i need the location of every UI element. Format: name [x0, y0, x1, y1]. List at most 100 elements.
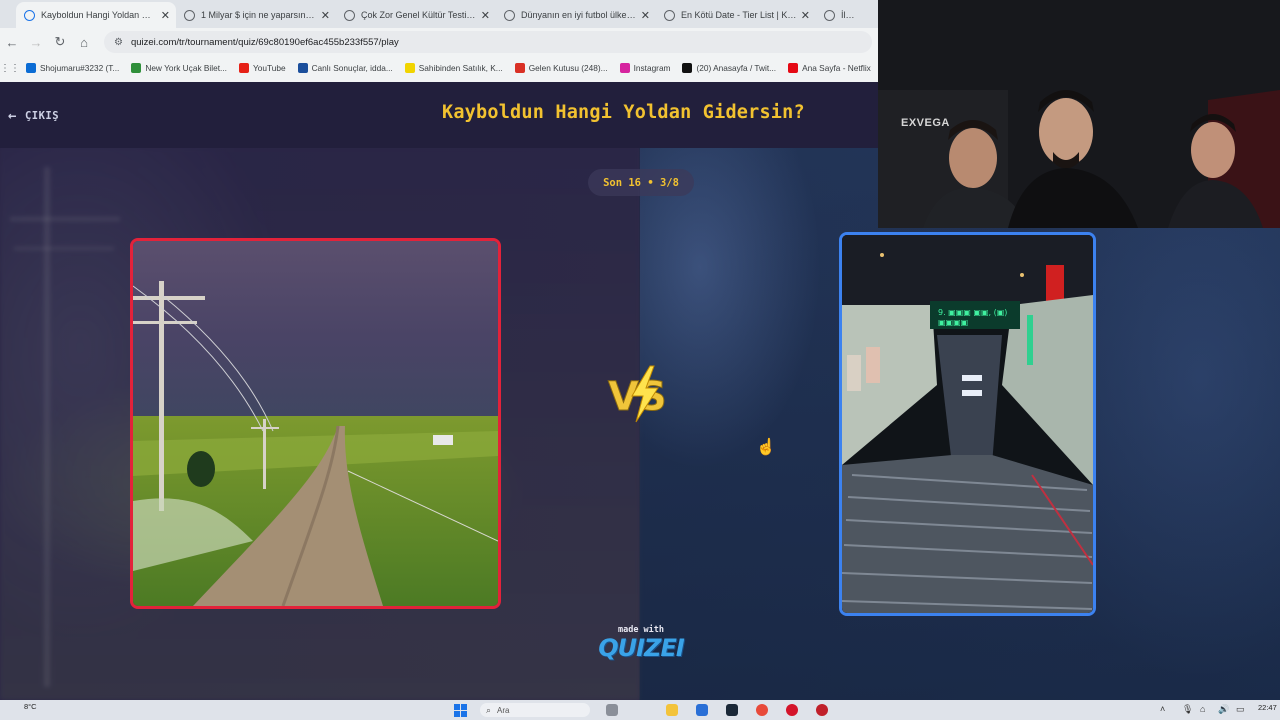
close-tab-icon[interactable]: ✕: [641, 9, 650, 22]
bookmark-label: Sahibinden Satılık, K...: [418, 63, 503, 73]
bookmark-label: Gelen Kutusu (248)...: [528, 63, 608, 73]
forward-arrow-icon[interactable]: →: [24, 35, 48, 50]
bookmark-favicon-icon: [26, 63, 36, 73]
microphone-icon[interactable]: 🎙: [1182, 704, 1193, 715]
svg-text:9. ▣▣▣ ▣▣, (▣): 9. ▣▣▣ ▣▣, (▣): [938, 308, 1007, 317]
youtube-icon: [238, 63, 249, 73]
tab-title: Dünyanın en iyi futbol ülkesi - T: [521, 10, 637, 20]
bookmark-label: YouTube: [252, 63, 286, 73]
tab-4[interactable]: En Kötü Date - Tier List | Kör Sev ✕: [656, 2, 816, 28]
bookmark-item[interactable]: Instagram: [619, 63, 671, 73]
weather-widget[interactable]: 8°C: [24, 702, 37, 711]
url-text: quizei.com/tr/tournament/quiz/69c80190ef…: [130, 36, 399, 48]
tab-title: Kayboldun Hangi Yoldan Gidersin?: [41, 10, 157, 20]
bookmark-label: New York Uçak Bilet...: [145, 63, 227, 73]
tab-title: İlk Buluş: [841, 10, 858, 20]
bookmarks-bar: ⋮⋮ Shojumaru#3232 (T... New York Uçak Bi…: [0, 58, 878, 78]
navigation-bar: ← → ↻ ⌂ ⚙ quizei.com/tr/tournament/quiz/…: [0, 28, 878, 56]
tab-favicon-icon: [824, 9, 835, 21]
svg-text:V: V: [608, 374, 639, 420]
option-right-card[interactable]: 9. ▣▣▣ ▣▣, (▣) ▣▣▣▣: [839, 232, 1096, 616]
bookmark-item[interactable]: Sahibinden Satılık, K...: [404, 63, 503, 73]
exit-label: ÇIKIŞ: [24, 110, 60, 122]
tab-3[interactable]: Dünyanın en iyi futbol ülkesi - T ✕: [496, 2, 656, 28]
tab-2[interactable]: Çok Zor Genel Kültür Testi Partisi ✕: [336, 2, 496, 28]
made-with-quizei[interactable]: made with QUIZEI: [598, 625, 685, 662]
network-icon[interactable]: ⌂: [1200, 704, 1205, 714]
bookmark-label: Instagram: [633, 63, 671, 73]
round-indicator: Son 16 • 3/8: [588, 169, 694, 196]
bookmark-item[interactable]: Shojumaru#3232 (T...: [26, 63, 119, 73]
windows-taskbar: 8°C ⌕ Ara ˄ 🎙 ⌂ 🔊 ▭ 22:47: [0, 700, 1280, 720]
windows-start-icon[interactable]: [454, 704, 467, 717]
x-icon: [682, 63, 693, 73]
bookmark-label: Ana Sayfa - Netflix: [802, 63, 871, 73]
tab-1[interactable]: 1 Milyar $ için ne yaparsın? - Tier ✕: [176, 2, 336, 28]
address-bar[interactable]: ⚙ quizei.com/tr/tournament/quiz/69c80190…: [104, 31, 872, 53]
vs-lightning-icon: V S: [608, 365, 667, 423]
search-placeholder: Ara: [497, 705, 510, 715]
mouse-cursor-icon: ☝: [756, 439, 776, 456]
tab-favicon-icon: [344, 9, 355, 21]
tab-favicon-icon: [184, 9, 195, 21]
tab-5[interactable]: İlk Buluş: [816, 2, 864, 28]
bookmark-item[interactable]: Ana Sayfa - Netflix: [788, 63, 871, 73]
battery-icon[interactable]: ▭: [1236, 704, 1245, 715]
screen: Kayboldun Hangi Yoldan Gidersin? ✕ 1 Mil…: [0, 0, 1280, 720]
bookmark-favicon-icon: [404, 63, 415, 73]
exit-button[interactable]: ← ÇIKIŞ: [8, 108, 59, 124]
webcam-chair-brand: EXVEGA: [901, 117, 950, 129]
game-app-icon[interactable]: [816, 704, 828, 716]
apps-grid-icon[interactable]: ⋮⋮: [0, 63, 20, 74]
bookmark-label: (20) Anasayfa / Twit...: [696, 63, 777, 73]
netflix-icon: [788, 63, 799, 73]
steam-icon[interactable]: [726, 704, 738, 716]
taskbar-clock[interactable]: 22:47: [1258, 703, 1277, 712]
close-tab-icon[interactable]: ✕: [161, 9, 170, 22]
taskbar-search[interactable]: ⌕ Ara: [480, 703, 590, 717]
bookmark-item[interactable]: Gelen Kutusu (248)...: [514, 63, 608, 73]
gmail-icon: [514, 63, 525, 73]
file-explorer-icon[interactable]: [666, 704, 678, 716]
home-icon[interactable]: ⌂: [72, 35, 96, 50]
tab-favicon-icon: [664, 9, 675, 21]
bookmark-item[interactable]: (20) Anasayfa / Twit...: [682, 63, 776, 73]
tab-title: En Kötü Date - Tier List | Kör Sev: [681, 10, 797, 20]
bookmark-favicon-icon: [297, 63, 308, 73]
bookmark-item[interactable]: YouTube: [238, 63, 286, 73]
vs-badge: V S: [606, 364, 678, 424]
instagram-icon: [619, 63, 630, 73]
opera-icon[interactable]: [786, 704, 798, 716]
bookmark-item[interactable]: New York Uçak Bilet...: [131, 63, 227, 73]
tab-title: 1 Milyar $ için ne yaparsın? - Tier: [201, 10, 317, 20]
close-tab-icon[interactable]: ✕: [481, 9, 490, 22]
back-arrow-icon[interactable]: ←: [0, 35, 24, 50]
reload-icon[interactable]: ↻: [48, 34, 72, 50]
browser-chrome: Kayboldun Hangi Yoldan Gidersin? ✕ 1 Mil…: [0, 0, 878, 82]
store-icon[interactable]: [696, 704, 708, 716]
country-road-image: [133, 241, 498, 606]
bookmark-item[interactable]: Canlı Sonuçlar, idda...: [297, 63, 393, 73]
tab-bar: Kayboldun Hangi Yoldan Gidersin? ✕ 1 Mil…: [0, 0, 878, 28]
option-left-card[interactable]: [130, 238, 501, 609]
volume-icon[interactable]: 🔊: [1218, 704, 1229, 715]
close-tab-icon[interactable]: ✕: [801, 9, 810, 22]
quiz-title: Kayboldun Hangi Yoldan Gidersin?: [442, 102, 805, 123]
chrome-icon[interactable]: [756, 704, 768, 716]
task-view-icon[interactable]: [606, 704, 618, 716]
site-info-icon[interactable]: ⚙: [114, 37, 123, 48]
svg-text:▣▣▣▣: ▣▣▣▣: [938, 318, 968, 327]
subway-stairs-image: 9. ▣▣▣ ▣▣, (▣) ▣▣▣▣: [842, 235, 1093, 613]
tab-favicon-icon: [504, 9, 515, 21]
bookmark-label: Shojumaru#3232 (T...: [40, 63, 120, 73]
tab-0[interactable]: Kayboldun Hangi Yoldan Gidersin? ✕: [16, 2, 176, 28]
tab-title: Çok Zor Genel Kültür Testi Partisi: [361, 10, 477, 20]
arrow-left-icon: ←: [8, 108, 17, 124]
close-tab-icon[interactable]: ✕: [321, 9, 330, 22]
bookmark-favicon-icon: [131, 63, 142, 73]
tray-expand-icon[interactable]: ˄: [1160, 704, 1165, 714]
tab-favicon-icon: [24, 9, 35, 21]
search-icon: ⌕: [486, 704, 492, 715]
quizei-logo: QUIZEI: [598, 634, 685, 662]
webcam-video-frame: [878, 0, 1280, 228]
